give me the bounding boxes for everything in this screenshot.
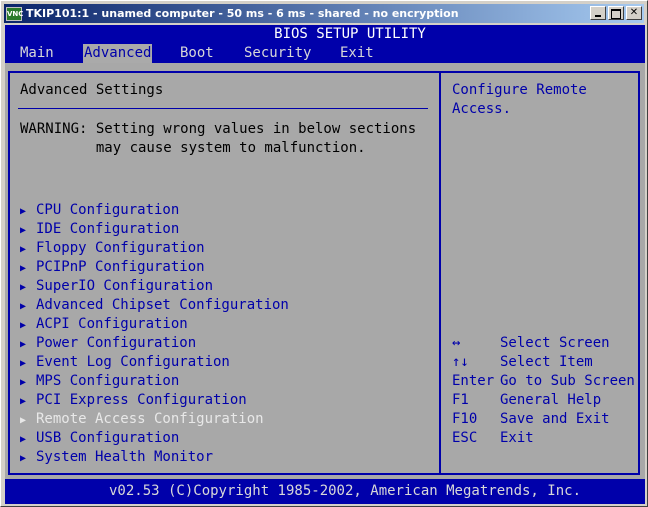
window-controls: ✕ — [588, 6, 642, 20]
tab-advanced[interactable]: Advanced — [83, 44, 153, 63]
bios-header: BIOS SETUP UTILITY — [274, 26, 426, 42]
key-hint: ESC Exit — [452, 429, 635, 448]
vnc-window: VNC TKIP101:1 - unamed computer - 50 ms … — [0, 0, 648, 507]
window-title: TKIP101:1 - unamed computer - 50 ms - 6 … — [26, 7, 459, 20]
menu-item-acpi[interactable]: ▶ ACPI Configuration — [20, 315, 289, 334]
triangle-right-icon: ▶ — [20, 206, 27, 217]
key-legend: ↔ Select Screen ↑↓ Select Item Enter Go to … — [452, 334, 635, 448]
up-down-arrow-icon: ↑↓ — [452, 354, 469, 370]
menu-item-label: Power Configuration — [36, 335, 197, 351]
menu-item-label: Floppy Configuration — [36, 240, 205, 256]
panel-divider — [439, 71, 441, 475]
minimize-icon[interactable] — [590, 6, 606, 20]
bios-screen: BIOS SETUP UTILITY Main Advanced Boot Se… — [5, 25, 645, 504]
menu-item-label: SuperIO Configuration — [36, 278, 214, 294]
key-hint-desc: Save and Exit — [500, 411, 610, 427]
key-label: F1 — [452, 392, 469, 408]
triangle-right-icon: ▶ — [20, 453, 27, 464]
key-hint-desc: Exit — [500, 430, 534, 446]
menu-item-remote-access[interactable]: ▶ Remote Access Configuration — [20, 410, 289, 429]
key-hint: ↑↓ Select Item — [452, 353, 635, 372]
warning-text: WARNING: Setting wrong values in below s… — [20, 120, 416, 158]
menu-item-label: ACPI Configuration — [36, 316, 188, 332]
help-description: Configure Remote Access. — [452, 81, 642, 119]
triangle-right-icon: ▶ — [20, 301, 27, 312]
triangle-right-icon: ▶ — [20, 415, 27, 426]
menu-item-mps[interactable]: ▶ MPS Configuration — [20, 372, 289, 391]
menu-item-label: PCIPnP Configuration — [36, 259, 205, 275]
menu-item-chipset[interactable]: ▶ Advanced Chipset Configuration — [20, 296, 289, 315]
menu-item-superio[interactable]: ▶ SuperIO Configuration — [20, 277, 289, 296]
key-hint: ↔ Select Screen — [452, 334, 635, 353]
triangle-right-icon: ▶ — [20, 339, 27, 350]
key-hint: F1 General Help — [452, 391, 635, 410]
key-hint-desc: Go to Sub Screen — [500, 373, 635, 389]
help-line-1: Configure Remote — [452, 82, 587, 98]
tab-exit[interactable]: Exit — [339, 44, 375, 63]
menu-item-floppy[interactable]: ▶ Floppy Configuration — [20, 239, 289, 258]
triangle-right-icon: ▶ — [20, 263, 27, 274]
tab-main[interactable]: Main — [19, 44, 55, 63]
vnc-app-icon[interactable]: VNC — [6, 6, 23, 21]
tab-boot[interactable]: Boot — [179, 44, 215, 63]
menu-item-usb[interactable]: ▶ USB Configuration — [20, 429, 289, 448]
triangle-right-icon: ▶ — [20, 434, 27, 445]
bios-menubar: Main Advanced Boot Security Exit — [5, 44, 645, 63]
menu-item-pci-express[interactable]: ▶ PCI Express Configuration — [20, 391, 289, 410]
menu-item-ide[interactable]: ▶ IDE Configuration — [20, 220, 289, 239]
menu-item-pcipnp[interactable]: ▶ PCIPnP Configuration — [20, 258, 289, 277]
triangle-right-icon: ▶ — [20, 396, 27, 407]
menu-item-event-log[interactable]: ▶ Event Log Configuration — [20, 353, 289, 372]
key-label: F10 — [452, 411, 478, 427]
key-hint-desc: Select Screen — [500, 335, 610, 351]
menu-item-cpu[interactable]: ▶ CPU Configuration — [20, 201, 289, 220]
window-titlebar[interactable]: VNC TKIP101:1 - unamed computer - 50 ms … — [4, 4, 644, 23]
key-hint: F10 Save and Exit — [452, 410, 635, 429]
menu-item-label: Remote Access Configuration — [36, 411, 264, 427]
menu-item-power[interactable]: ▶ Power Configuration — [20, 334, 289, 353]
key-label: ESC — [452, 430, 478, 446]
triangle-right-icon: ▶ — [20, 225, 27, 236]
copyright-footer: v02.53 (C)Copyright 1985-2002, American … — [108, 483, 581, 499]
triangle-right-icon: ▶ — [20, 358, 27, 369]
menu-item-label: CPU Configuration — [36, 202, 180, 218]
key-hint: Enter Go to Sub Screen — [452, 372, 635, 391]
settings-panel: Advanced Settings WARNING: Setting wrong… — [5, 63, 645, 479]
key-hint-desc: Select Item — [500, 354, 593, 370]
triangle-right-icon: ▶ — [20, 320, 27, 331]
warning-line-1: WARNING: Setting wrong values in below s… — [20, 121, 417, 137]
tab-security[interactable]: Security — [243, 44, 312, 63]
triangle-right-icon: ▶ — [20, 282, 27, 293]
menu-item-label: PCI Express Configuration — [36, 392, 247, 408]
menu-item-label: System Health Monitor — [36, 449, 214, 465]
help-line-2: Access. — [452, 101, 512, 117]
menu-item-label: Advanced Chipset Configuration — [36, 297, 289, 313]
menu-item-label: Event Log Configuration — [36, 354, 230, 370]
section-rule — [18, 108, 428, 109]
config-menu: ▶ CPU Configuration ▶ IDE Configuration ▶ F… — [20, 201, 289, 467]
menu-item-label: USB Configuration — [36, 430, 180, 446]
key-label: Enter — [452, 373, 495, 389]
triangle-right-icon: ▶ — [20, 377, 27, 388]
left-right-arrow-icon: ↔ — [452, 335, 461, 351]
warning-line-2: may cause system to malfunction. — [20, 140, 366, 156]
close-icon[interactable]: ✕ — [626, 6, 642, 20]
maximize-icon[interactable] — [608, 6, 624, 20]
menu-item-health-monitor[interactable]: ▶ System Health Monitor — [20, 448, 289, 467]
menu-item-label: MPS Configuration — [36, 373, 180, 389]
key-hint-desc: General Help — [500, 392, 602, 408]
menu-item-label: IDE Configuration — [36, 221, 180, 237]
triangle-right-icon: ▶ — [20, 244, 27, 255]
section-title: Advanced Settings — [20, 82, 164, 98]
